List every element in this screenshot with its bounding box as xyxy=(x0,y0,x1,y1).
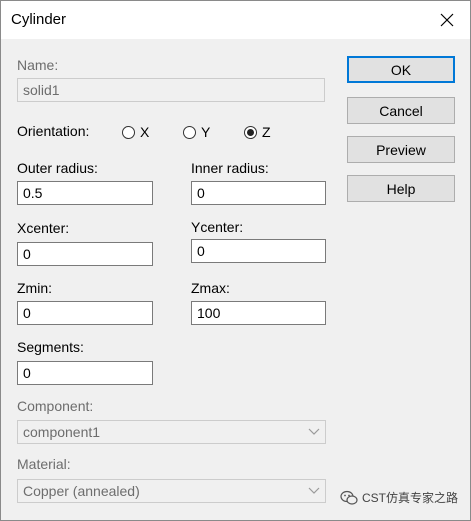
orientation-label: Orientation: xyxy=(17,123,90,139)
xcenter-label: Xcenter: xyxy=(17,220,70,236)
window-title: Cylinder xyxy=(11,11,67,28)
cancel-button[interactable]: Cancel xyxy=(347,97,455,124)
cylinder-dialog: Cylinder Name: solid1 Orientation: X Y Z… xyxy=(0,0,471,521)
material-dropdown[interactable]: Copper (annealed) xyxy=(17,479,326,503)
ok-button[interactable]: OK xyxy=(347,56,455,83)
close-button[interactable] xyxy=(432,5,462,35)
segments-field[interactable]: 0 xyxy=(17,361,153,385)
help-button[interactable]: Help xyxy=(347,175,455,202)
orientation-z-label: Z xyxy=(262,124,271,140)
radio-circle-y xyxy=(183,125,196,139)
zmax-label: Zmax: xyxy=(191,280,230,296)
name-label: Name: xyxy=(17,57,59,73)
orientation-x-radio[interactable]: X xyxy=(122,124,149,140)
chevron-down-icon xyxy=(308,428,320,435)
outer-radius-field[interactable]: 0.5 xyxy=(17,181,153,205)
radio-circle-z xyxy=(244,125,257,139)
zmin-field[interactable]: 0 xyxy=(17,301,153,325)
watermark-text: CST仿真专家之路 xyxy=(361,491,458,505)
chevron-down-icon xyxy=(308,487,320,494)
component-value: component1 xyxy=(23,424,101,440)
name-field[interactable]: solid1 xyxy=(17,78,325,102)
ycenter-field[interactable]: 0 xyxy=(191,239,326,263)
wechat-icon xyxy=(340,490,358,505)
preview-button[interactable]: Preview xyxy=(347,136,455,163)
orientation-y-label: Y xyxy=(201,124,211,140)
material-label: Material: xyxy=(17,456,71,472)
close-icon xyxy=(440,13,454,27)
material-value: Copper (annealed) xyxy=(23,483,140,499)
xcenter-field[interactable]: 0 xyxy=(17,242,153,266)
segments-label: Segments: xyxy=(17,339,84,355)
orientation-y-radio[interactable]: Y xyxy=(183,124,210,140)
radio-circle-x xyxy=(122,125,135,139)
component-label: Component: xyxy=(17,398,94,414)
outer-radius-label: Outer radius: xyxy=(17,160,98,176)
inner-radius-field[interactable]: 0 xyxy=(191,181,326,205)
radio-selected-dot xyxy=(247,128,254,136)
zmin-label: Zmin: xyxy=(17,280,52,296)
orientation-x-label: X xyxy=(140,124,150,140)
ycenter-label: Ycenter: xyxy=(191,219,244,235)
inner-radius-label: Inner radius: xyxy=(191,160,269,176)
component-dropdown[interactable]: component1 xyxy=(17,420,326,444)
zmax-field[interactable]: 100 xyxy=(191,301,326,325)
orientation-z-radio[interactable]: Z xyxy=(244,124,271,140)
title-bar: Cylinder xyxy=(1,1,470,39)
watermark: CST仿真专家之路 xyxy=(340,489,458,506)
